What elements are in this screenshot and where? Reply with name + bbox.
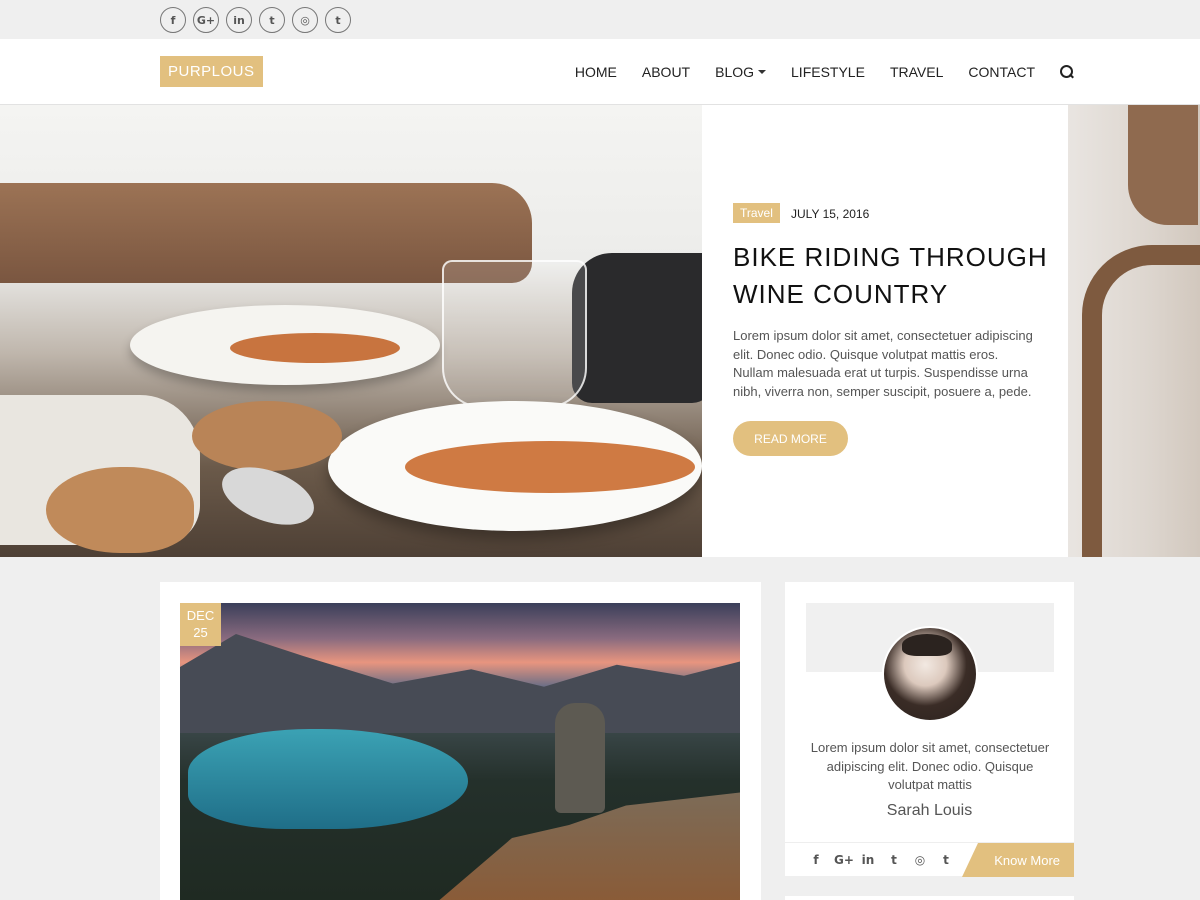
- top-social-links: f G+ in t ◎ t: [160, 7, 351, 33]
- hero-image-food-table: [0, 105, 702, 557]
- know-more-button[interactable]: Know More: [962, 843, 1074, 877]
- tumblr-icon[interactable]: t: [938, 853, 954, 867]
- category-badge[interactable]: Travel: [733, 203, 780, 223]
- facebook-icon[interactable]: f: [160, 7, 186, 33]
- nav-item-blog-label: BLOG: [715, 64, 755, 80]
- facebook-icon[interactable]: f: [808, 853, 824, 867]
- author-bio: Lorem ipsum dolor sit amet, consectetuer…: [810, 740, 1050, 792]
- nav-item-home[interactable]: HOME: [575, 64, 617, 80]
- nav-item-about[interactable]: ABOUT: [642, 64, 690, 80]
- google-plus-icon[interactable]: G+: [193, 7, 219, 33]
- nav-item-blog[interactable]: BLOG: [715, 64, 767, 80]
- read-more-button[interactable]: READ MORE: [733, 421, 848, 456]
- instagram-icon[interactable]: ◎: [912, 853, 928, 867]
- main-nav: HOME ABOUT BLOG LIFESTYLE TRAVEL CONTACT: [575, 39, 1074, 105]
- author-footer: f G+ in t ◎ t Know More: [785, 842, 1074, 877]
- top-social-bar: f G+ in t ◎ t: [0, 0, 1200, 39]
- hero-slider: Travel JULY 15, 2016 BIKE RIDING THROUGH…: [0, 105, 1200, 557]
- avatar: [882, 626, 978, 722]
- blog-post-card: DEC 25: [160, 582, 761, 900]
- nav-item-travel[interactable]: TRAVEL: [890, 64, 943, 80]
- hero-post-excerpt: Lorem ipsum dolor sit amet, consectetuer…: [733, 328, 1033, 399]
- post-image-mountain-lake[interactable]: [180, 603, 740, 900]
- nav-item-lifestyle[interactable]: LIFESTYLE: [791, 64, 865, 80]
- hero-post-card: Travel JULY 15, 2016 BIKE RIDING THROUGH…: [702, 105, 1068, 557]
- instagram-icon[interactable]: ◎: [292, 7, 318, 33]
- site-header: PURPLOUS HOME ABOUT BLOG LIFESTYLE TRAVE…: [0, 39, 1200, 105]
- linkedin-icon[interactable]: in: [226, 7, 252, 33]
- next-slide-image[interactable]: [1068, 105, 1200, 557]
- tumblr-icon[interactable]: t: [325, 7, 351, 33]
- twitter-icon[interactable]: t: [886, 853, 902, 867]
- google-plus-icon[interactable]: G+: [834, 853, 854, 867]
- post-date-badge: DEC 25: [180, 603, 221, 646]
- caret-down-icon: [758, 70, 767, 74]
- site-logo[interactable]: PURPLOUS: [160, 56, 263, 87]
- author-name: Sarah Louis: [886, 802, 973, 819]
- post-date-month: DEC: [186, 608, 215, 623]
- linkedin-icon[interactable]: in: [860, 853, 876, 867]
- next-widget: [785, 896, 1074, 900]
- author-social-links: f G+ in t ◎ t: [808, 853, 954, 867]
- search-icon[interactable]: [1060, 65, 1074, 79]
- post-date: JULY 15, 2016: [791, 207, 870, 221]
- post-date-day: 25: [193, 625, 208, 640]
- nav-item-contact[interactable]: CONTACT: [968, 64, 1035, 80]
- twitter-icon[interactable]: t: [259, 7, 285, 33]
- hero-post-title[interactable]: BIKE RIDING THROUGH WINE COUNTRY: [733, 239, 1053, 313]
- author-widget: Lorem ipsum dolor sit amet, consectetuer…: [785, 582, 1074, 877]
